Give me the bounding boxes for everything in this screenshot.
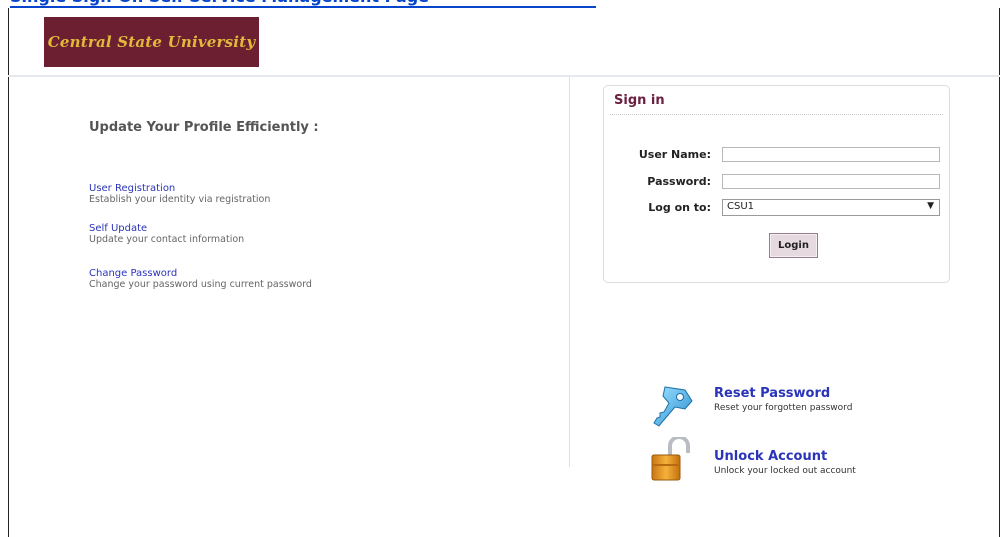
- unlock-account-description: Unlock your locked out account: [714, 466, 856, 476]
- top-link[interactable]: Single Sign-On Self Service Management P…: [10, 0, 596, 8]
- password-input[interactable]: [722, 174, 940, 189]
- logon-select[interactable]: CSU1 ▼: [722, 199, 940, 216]
- user-registration-item: User Registration Establish your identit…: [89, 183, 270, 206]
- logon-label: Log on to:: [648, 201, 711, 214]
- user-registration-description: Establish your identity via registration: [89, 194, 271, 205]
- unlock-account-link[interactable]: Unlock Account: [714, 449, 827, 464]
- self-update-item: Self Update Update your contact informat…: [89, 223, 244, 246]
- signin-title: Sign in: [614, 93, 665, 108]
- change-password-description: Change your password using current passw…: [89, 279, 312, 290]
- logo-text: Central State University: [47, 33, 256, 51]
- signin-panel: Sign in User Name: Password: Log on to: …: [603, 85, 950, 283]
- user-registration-link[interactable]: User Registration: [89, 183, 270, 194]
- logon-selected-value: CSU1: [727, 201, 755, 212]
- password-label: Password:: [647, 175, 711, 188]
- reset-password-link[interactable]: Reset Password: [714, 386, 830, 401]
- column-divider: [569, 77, 570, 467]
- header-divider: [8, 75, 1000, 77]
- padlock-icon[interactable]: [650, 435, 694, 482]
- self-update-link[interactable]: Self Update: [89, 223, 244, 234]
- key-icon[interactable]: [651, 383, 695, 429]
- browser-top-strip: Single Sign-On Self Service Management P…: [0, 0, 1001, 8]
- self-update-description: Update your contact information: [89, 234, 245, 245]
- university-logo[interactable]: Central State University: [44, 17, 259, 67]
- username-input[interactable]: [722, 147, 940, 162]
- change-password-item: Change Password Change your password usi…: [89, 268, 312, 291]
- change-password-link[interactable]: Change Password: [89, 268, 312, 279]
- reset-password-description: Reset your forgotten password: [714, 403, 853, 413]
- login-button[interactable]: Login: [769, 233, 818, 258]
- signin-divider: [610, 114, 943, 115]
- dropdown-arrow-icon: ▼: [927, 201, 934, 211]
- page-headline: Update Your Profile Efficiently :: [89, 120, 319, 135]
- username-label: User Name:: [638, 148, 711, 161]
